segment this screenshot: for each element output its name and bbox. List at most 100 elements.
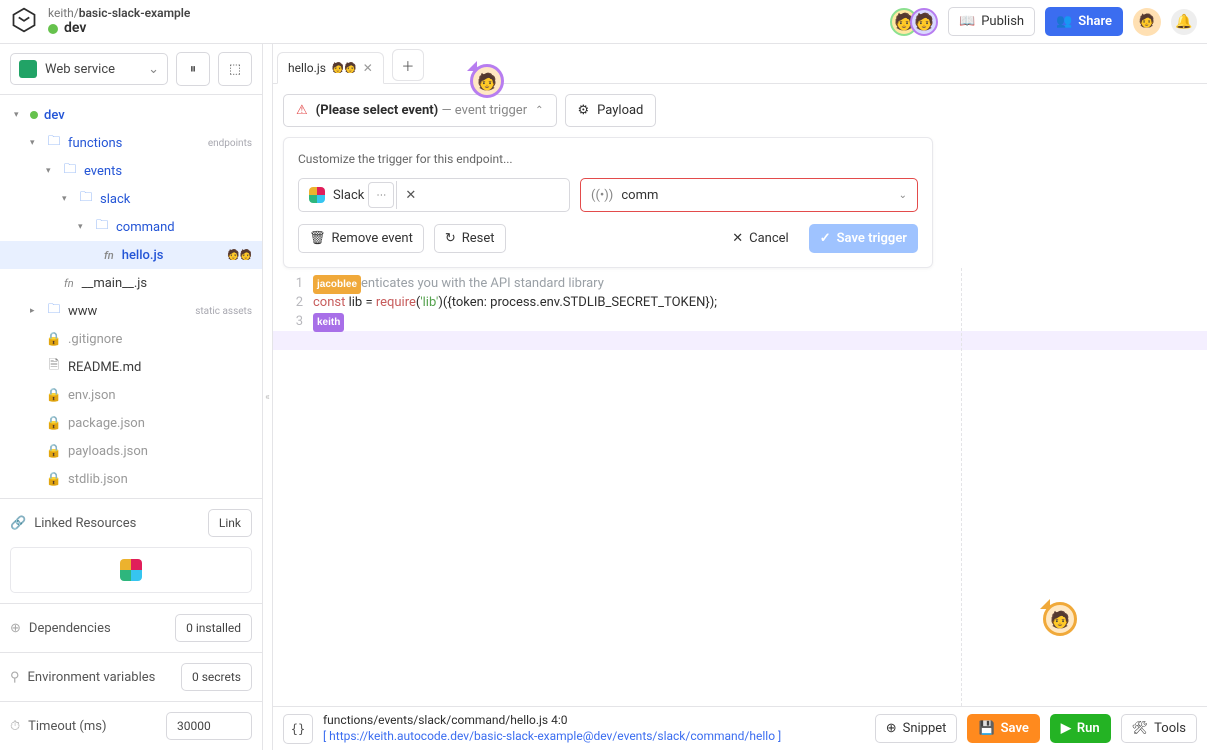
tree-folder-command[interactable]: ▾🗀command <box>0 213 262 241</box>
document-icon: 🗎 <box>46 356 62 378</box>
code-editor[interactable]: 1234 jacobleeenticates you with the API … <box>273 268 1207 706</box>
tree-env-root[interactable]: ▾dev <box>0 101 262 129</box>
link-icon: 🔗 <box>10 516 26 531</box>
tree-file-stdlibjson[interactable]: 🔒stdlib.json <box>0 465 262 493</box>
check-icon: ✓ <box>820 231 831 246</box>
publish-button[interactable]: 📖 Publish <box>948 7 1035 36</box>
dependencies-icon: ⊕ <box>10 621 21 636</box>
pause-button[interactable]: ⏸ <box>176 52 210 86</box>
snippet-button[interactable]: ⊕Snippet <box>875 714 958 743</box>
event-trigger-selector[interactable]: ⚠ (Please select event) — event trigger … <box>283 94 557 127</box>
play-icon: ▶ <box>1061 721 1071 736</box>
tree-file-envjson[interactable]: 🔒env.json <box>0 381 262 409</box>
package-button[interactable]: ⬚ <box>218 52 252 86</box>
sidebar-collapse-handle[interactable]: « <box>263 44 273 750</box>
endpoints-badge: endpoints <box>208 138 252 149</box>
presence-dots-icon: 🧑🧑 <box>332 63 357 74</box>
envvars-icon: ⚲ <box>10 670 20 685</box>
undo-icon: ↻ <box>445 231 456 246</box>
secrets-count[interactable]: 0 secrets <box>181 663 252 691</box>
save-trigger-button[interactable]: ✓Save trigger <box>809 224 918 253</box>
trigger-config-panel: Customize the trigger for this endpoint.… <box>283 137 933 268</box>
chevron-up-icon: ⌃ <box>535 105 543 116</box>
tree-file-payloadsjson[interactable]: 🔒payloads.json <box>0 437 262 465</box>
remove-event-button[interactable]: 🗑Remove event <box>298 224 424 253</box>
broadcast-icon: ((•)) <box>591 188 613 203</box>
gear-icon: ⚙ <box>578 103 590 118</box>
linked-resources-label: Linked Resources <box>34 516 200 531</box>
share-icon: 👥 <box>1056 14 1072 29</box>
collaborator-cursor-jacob <box>470 64 504 98</box>
plus-icon: ⊕ <box>886 721 897 736</box>
close-icon: ✕ <box>732 231 743 246</box>
chevron-down-icon: ⌄ <box>148 62 159 77</box>
save-icon: 💾 <box>978 721 994 736</box>
warning-icon: ⚠ <box>296 103 308 118</box>
file-path-status: functions/events/slack/command/hello.js … <box>323 713 781 729</box>
env-indicator: dev <box>48 20 190 37</box>
slack-icon <box>309 187 325 203</box>
wrench-icon: 🛠 <box>1132 721 1149 736</box>
tree-file-hello[interactable]: fnhello.js 🧑🧑 <box>0 241 262 269</box>
link-button[interactable]: Link <box>208 509 252 537</box>
new-tab-button[interactable]: ＋ <box>392 49 424 81</box>
notifications-icon[interactable]: 🔔 <box>1171 9 1197 35</box>
tree-folder-functions[interactable]: ▾🗀functions endpoints <box>0 129 262 157</box>
save-button[interactable]: 💾Save <box>967 714 1039 743</box>
project-path: keith/basic-slack-example <box>48 6 190 20</box>
folder-icon: 🗀 <box>78 188 94 210</box>
slack-icon <box>120 559 142 581</box>
envvars-label: Environment variables <box>28 670 173 685</box>
timeout-label: Timeout (ms) <box>28 719 158 734</box>
pause-icon: ⏸ <box>190 62 197 77</box>
lock-icon: 🔒 <box>46 388 62 403</box>
tools-button[interactable]: 🛠Tools <box>1121 714 1197 743</box>
editor-tab-hello[interactable]: hello.js 🧑🧑 ✕ <box>277 52 384 84</box>
endpoint-url[interactable]: [ https://keith.autocode.dev/basic-slack… <box>323 729 781 745</box>
folder-icon: 🗀 <box>62 160 78 182</box>
workspace-selector[interactable]: Web service ⌄ <box>10 53 168 85</box>
lock-icon: 🔒 <box>46 332 62 347</box>
clear-source-icon[interactable]: ✕ <box>396 181 424 209</box>
book-icon: 📖 <box>959 14 975 29</box>
close-tab-icon[interactable]: ✕ <box>363 61 373 75</box>
tree-folder-slack[interactable]: ▾🗀slack <box>0 185 262 213</box>
folder-icon: 🗀 <box>46 300 62 322</box>
run-button[interactable]: ▶Run <box>1050 714 1111 743</box>
trigger-event-input[interactable]: ((•)) comm ⌄ <box>580 178 918 212</box>
chevron-down-icon: ⌄ <box>899 190 907 201</box>
collaborator-badge-jacoblee: jacoblee <box>313 275 361 294</box>
tree-file-packagejson[interactable]: 🔒package.json <box>0 409 262 437</box>
cancel-button[interactable]: ✕Cancel <box>722 225 798 252</box>
more-icon[interactable]: ⋯ <box>368 182 394 208</box>
static-assets-badge: static assets <box>195 306 252 317</box>
tree-file-main[interactable]: fn__main__.js <box>0 269 262 297</box>
autocode-logo-icon <box>10 6 38 38</box>
lock-icon: 🔒 <box>46 472 62 487</box>
dependencies-count[interactable]: 0 installed <box>175 614 252 642</box>
tree-file-readme[interactable]: 🗎README.md <box>0 353 262 381</box>
trash-icon: 🗑 <box>309 231 326 246</box>
tree-folder-www[interactable]: ▸🗀www static assets <box>0 297 262 325</box>
folder-icon: 🗀 <box>94 216 110 238</box>
timeout-icon: ⏱ <box>10 719 20 734</box>
user-avatar[interactable] <box>1133 8 1161 36</box>
linked-resource-slack[interactable] <box>10 547 252 593</box>
lock-icon: 🔒 <box>46 416 62 431</box>
timeout-input[interactable] <box>166 712 252 740</box>
tree-file-gitignore[interactable]: 🔒.gitignore <box>0 325 262 353</box>
lock-icon: 🔒 <box>46 444 62 459</box>
tree-folder-events[interactable]: ▾🗀events <box>0 157 262 185</box>
format-json-button[interactable]: {} <box>283 714 313 744</box>
presence-avatars <box>890 8 938 36</box>
web-service-icon <box>19 60 37 78</box>
reset-button[interactable]: ↻Reset <box>434 224 506 253</box>
dependencies-label: Dependencies <box>29 621 167 636</box>
trigger-source-select[interactable]: Slack ⋯ ✕ <box>298 178 570 212</box>
trigger-config-title: Customize the trigger for this endpoint.… <box>298 152 918 166</box>
cube-icon: ⬚ <box>229 62 241 77</box>
folder-icon: 🗀 <box>46 132 62 154</box>
collaborator-cursor-other <box>1043 602 1077 636</box>
share-button[interactable]: 👥 Share <box>1045 7 1123 36</box>
payload-button[interactable]: ⚙ Payload <box>565 94 657 127</box>
